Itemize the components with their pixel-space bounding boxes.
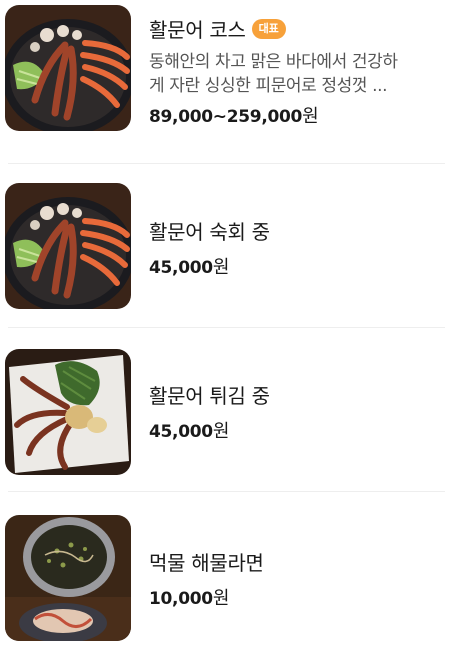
squid-ink-ramen-image <box>5 515 131 641</box>
menu-item-info: 활문어 숙회 중 45,000원 <box>149 216 449 279</box>
octopus-shrimp-hotpot-image <box>5 183 131 309</box>
menu-item-octopus-sukhoe[interactable]: 활문어 숙회 중 45,000원 <box>0 164 457 328</box>
menu-item-price: 10,000원 <box>149 584 449 610</box>
price-value: 10,000 <box>149 589 213 609</box>
price-unit: 원 <box>212 421 230 442</box>
menu-item-title-row: 활문어 숙회 중 <box>149 216 449 245</box>
menu-item-image[interactable] <box>5 515 131 641</box>
price-unit: 원 <box>302 106 319 127</box>
price-value: 45,000 <box>149 258 213 278</box>
menu-item-info: 먹물 해물라면 10,000원 <box>149 547 449 610</box>
menu-item-name: 먹물 해물라면 <box>149 551 264 575</box>
menu-item-name: 활문어 숙회 중 <box>149 220 270 244</box>
menu-item-price: 45,000원 <box>149 417 449 443</box>
menu-item-info: 활문어 튀김 중 45,000원 <box>149 380 449 443</box>
menu-item-image[interactable] <box>5 183 131 309</box>
price-value: 45,000 <box>149 422 213 442</box>
menu-item-price: 89,000~259,000원 <box>149 102 449 128</box>
menu-item-price: 45,000원 <box>149 253 449 279</box>
octopus-shrimp-hotpot-image <box>5 5 131 131</box>
menu-item-name: 활문어 코스 <box>149 18 246 42</box>
signature-badge: 대표 <box>251 18 286 39</box>
description-line-1: 동해안의 차고 맑은 바다에서 건강하 <box>149 52 398 72</box>
description-line-2: 게 자란 싱싱한 피문어로 정성껏 ... <box>149 76 388 96</box>
menu-item-octopus-course[interactable]: 활문어 코스 대표 동해안의 차고 맑은 바다에서 건강하 게 자란 싱싱한 피… <box>0 0 457 164</box>
menu-item-title-row: 활문어 코스 대표 <box>149 14 449 43</box>
price-unit: 원 <box>212 257 230 278</box>
menu-item-description: 동해안의 차고 맑은 바다에서 건강하 게 자란 싱싱한 피문어로 정성껏 ..… <box>149 50 449 98</box>
menu-item-image[interactable] <box>5 5 131 131</box>
menu-item-title-row: 활문어 튀김 중 <box>149 380 449 409</box>
menu-item-info: 활문어 코스 대표 동해안의 차고 맑은 바다에서 건강하 게 자란 싱싱한 피… <box>149 14 449 128</box>
menu-item-title-row: 먹물 해물라면 <box>149 547 449 576</box>
price-unit: 원 <box>212 588 230 609</box>
menu-item-image[interactable] <box>5 349 131 475</box>
menu-list: 활문어 코스 대표 동해안의 차고 맑은 바다에서 건강하 게 자란 싱싱한 피… <box>0 0 457 649</box>
menu-item-octopus-fried[interactable]: 활문어 튀김 중 45,000원 <box>0 328 457 492</box>
menu-item-name: 활문어 튀김 중 <box>149 384 270 408</box>
fried-octopus-image <box>5 349 131 475</box>
price-value: 89,000~259,000 <box>149 107 303 127</box>
menu-item-squid-ink-ramen[interactable]: 먹물 해물라면 10,000원 <box>0 492 457 649</box>
